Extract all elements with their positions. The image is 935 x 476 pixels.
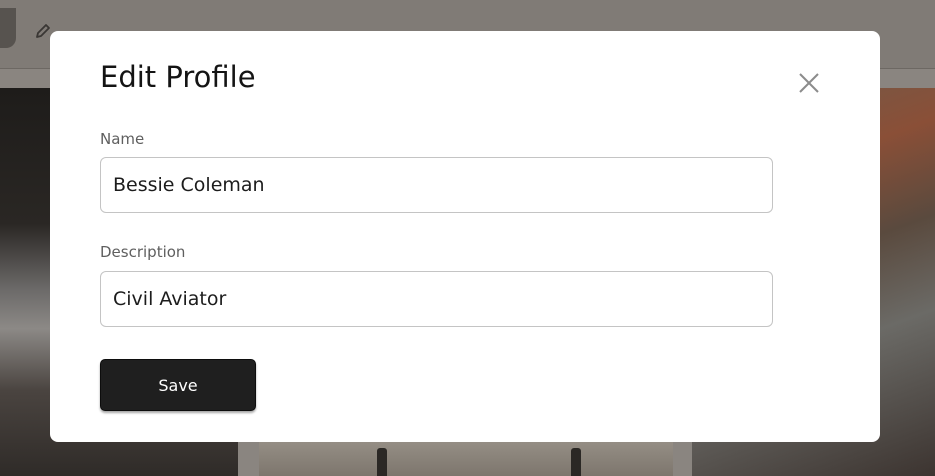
dialog-title: Edit Profile	[100, 60, 256, 94]
page: Edit Profile Name Description Save	[0, 0, 935, 476]
name-input[interactable]	[100, 157, 773, 213]
save-button[interactable]: Save	[100, 359, 256, 411]
description-input[interactable]	[100, 271, 773, 327]
photo-post	[377, 448, 387, 476]
name-label: Name	[100, 130, 145, 148]
app-logo	[0, 8, 16, 48]
close-icon[interactable]	[796, 70, 822, 96]
photo-post	[571, 448, 581, 476]
description-label: Description	[100, 243, 186, 261]
edit-profile-dialog: Edit Profile Name Description Save	[50, 31, 880, 442]
photo-detail	[259, 446, 673, 476]
